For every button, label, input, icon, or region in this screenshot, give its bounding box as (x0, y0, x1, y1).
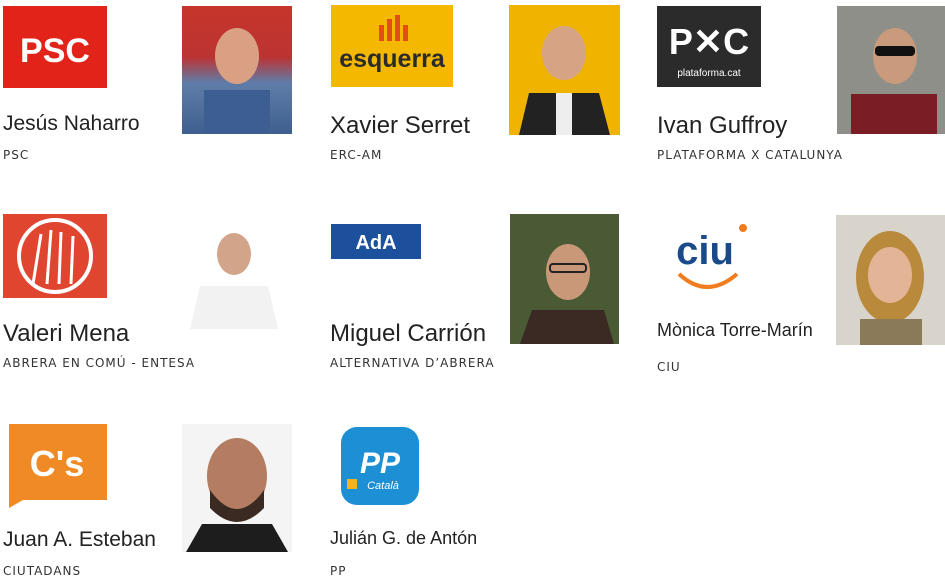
pxc-logo: P✕C plataforma.cat (657, 6, 761, 87)
candidate-party: CIUTADANS (3, 564, 82, 578)
candidate-photo (182, 424, 292, 552)
pxc-logo-text: P✕C (669, 21, 749, 62)
ciu-logo: ciu (657, 214, 761, 300)
esquerra-logo: esquerra (331, 5, 453, 87)
candidate-party: ALTERNATIVA D’ABRERA (330, 356, 495, 370)
candidate-party: PSC (3, 148, 30, 162)
abrera-en-comu-logo (3, 214, 107, 298)
candidate-photo (836, 215, 945, 345)
esquerra-logo-text: esquerra (339, 45, 446, 73)
ciutadans-logo-text: C's (30, 443, 85, 484)
candidate-party: ERC-AM (330, 148, 383, 162)
pp-logo-text: PP (360, 447, 401, 480)
pp-logo: PP Català (341, 427, 419, 505)
pxc-logo-subtext: plataforma.cat (677, 68, 741, 79)
candidate-name: Miguel Carrión (330, 320, 487, 347)
alternativa-abrera-logo: AdA (331, 224, 421, 259)
psc-logo: PSC (3, 6, 107, 88)
candidate-photo (182, 222, 286, 329)
candidate-name: Ivan Guffroy (657, 112, 788, 139)
ciu-logo-text: ciu (676, 229, 734, 273)
candidate-party: ABRERA EN COMÚ - ENTESA (3, 356, 196, 370)
candidate-name: Xavier Serret (330, 112, 471, 139)
candidate-name: Jesús Naharro (3, 112, 140, 135)
alternativa-logo-text: AdA (355, 232, 396, 254)
psc-logo-text: PSC (20, 32, 90, 70)
pp-logo-subtext: Català (367, 480, 399, 492)
candidate-name: Valeri Mena (3, 320, 130, 347)
ciutadans-logo: C's (3, 424, 107, 508)
candidate-party: PP (330, 564, 347, 578)
candidate-photo (510, 214, 619, 344)
candidate-party: CIU (657, 360, 681, 374)
candidate-name: Julián G. de Antón (330, 528, 478, 548)
candidate-photo (509, 5, 620, 135)
candidate-photo (837, 6, 945, 134)
candidate-party: PLATAFORMA X CATALUNYA (657, 148, 843, 162)
candidate-photo (182, 6, 292, 134)
candidate-name: Mònica Torre-Marín (657, 320, 813, 340)
candidate-name: Juan A. Esteban (3, 528, 156, 551)
